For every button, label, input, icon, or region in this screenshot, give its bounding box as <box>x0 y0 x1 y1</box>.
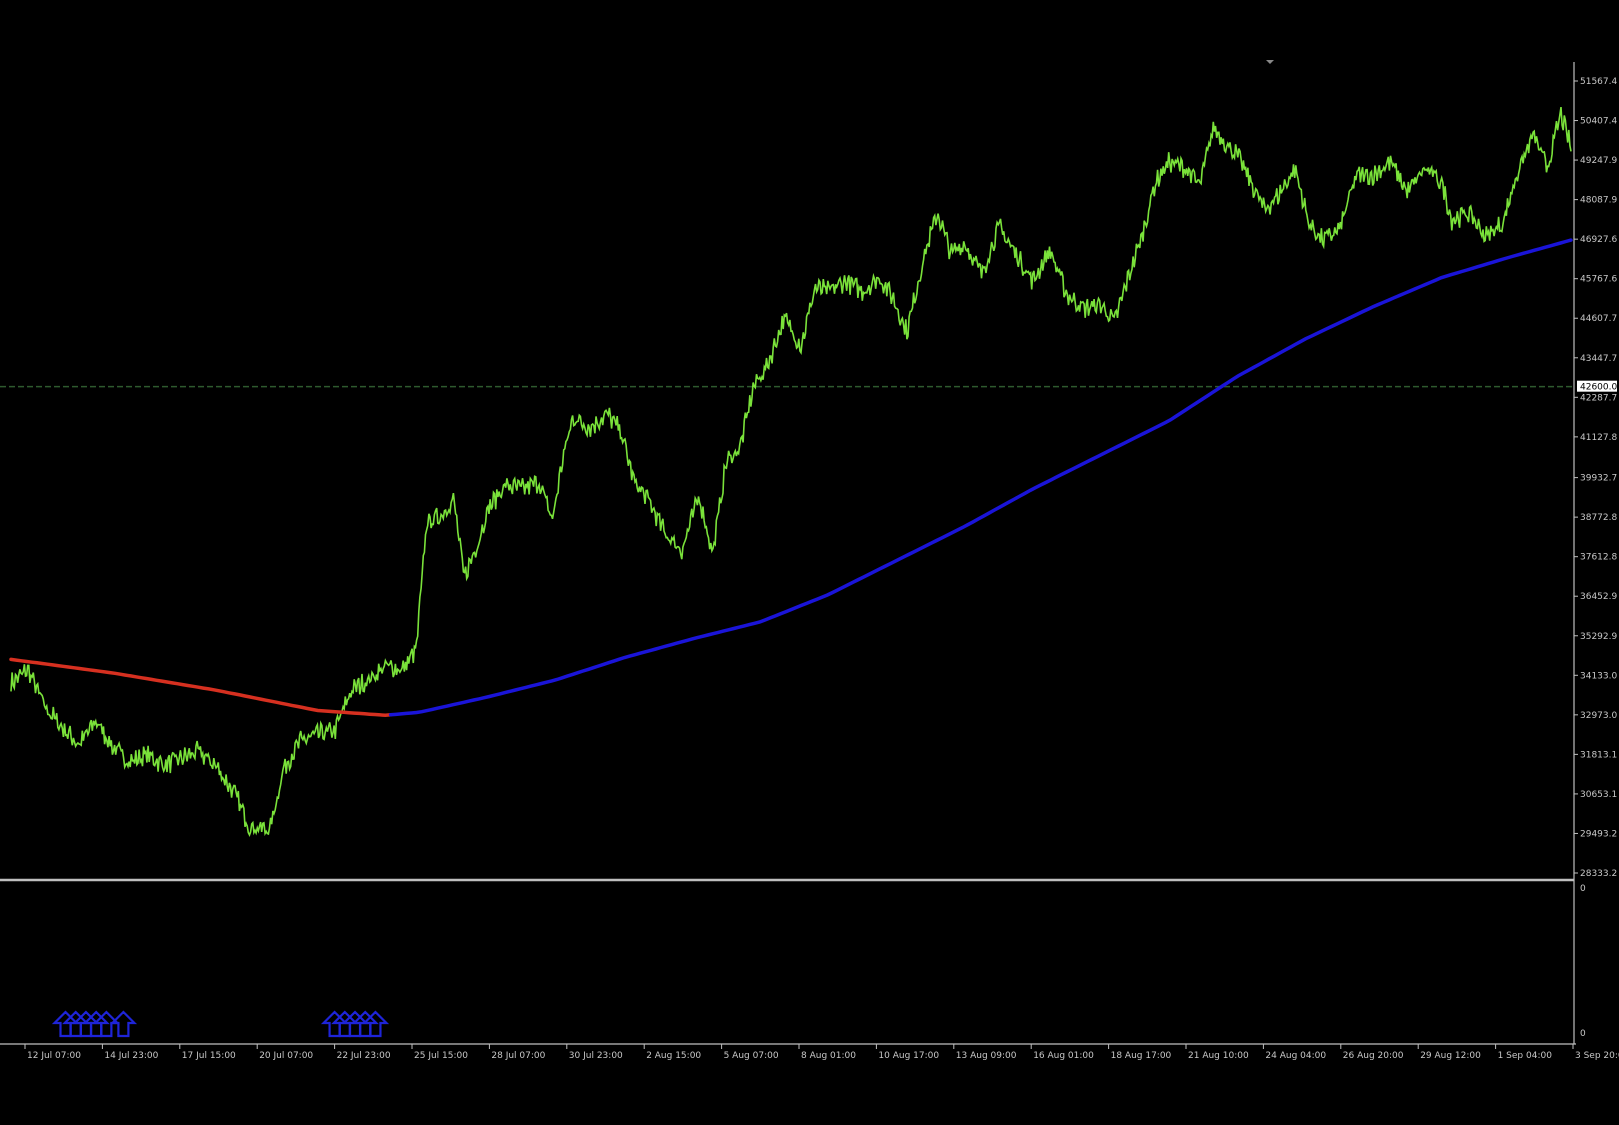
price-axis-label: 50407.4 <box>1580 117 1617 127</box>
price-axis-label: 46927.6 <box>1580 235 1617 245</box>
time-axis-label: 29 Aug 12:00 <box>1420 1051 1481 1061</box>
time-axis-label: 26 Aug 20:00 <box>1343 1051 1404 1061</box>
time-axis-label: 28 Jul 07:00 <box>491 1051 545 1061</box>
time-axis-label: 2 Aug 15:00 <box>646 1051 701 1061</box>
time-axis-label: 20 Jul 07:00 <box>259 1051 313 1061</box>
time-axis-label: 21 Aug 10:00 <box>1188 1051 1249 1061</box>
price-axis-label: 32973.0 <box>1580 711 1617 721</box>
indicator-axis-label: 0 <box>1580 884 1586 894</box>
time-axis-label: 14 Jul 23:00 <box>104 1051 158 1061</box>
price-axis-label: 31813.1 <box>1580 750 1617 760</box>
indicator-axis-label: 0 <box>1580 1029 1586 1039</box>
price-axis-label: 45767.6 <box>1580 275 1617 285</box>
time-axis-label: 22 Jul 23:00 <box>337 1051 391 1061</box>
price-axis-label: 49247.9 <box>1580 156 1617 166</box>
current-price-label: 42600.0 <box>1580 383 1617 393</box>
price-axis-label: 38772.8 <box>1580 513 1617 523</box>
price-axis-label: 30653.1 <box>1580 790 1617 800</box>
price-axis-label: 39932.7 <box>1580 474 1617 484</box>
price-axis[interactable]: 51567.4 50407.4 49247.9 48087.9 46927.6 45767… <box>1574 77 1617 879</box>
price-axis-label: 41127.8 <box>1580 433 1617 443</box>
trading-chart[interactable]: 51567.4 50407.4 49247.9 48087.9 46927.6 45767… <box>0 0 1619 1125</box>
time-axis-label: 3 Sep 20:00 <box>1575 1051 1619 1061</box>
time-axis-label: 5 Aug 07:00 <box>724 1051 779 1061</box>
time-axis-label: 17 Jul 15:00 <box>182 1051 236 1061</box>
time-axis-label: 10 Aug 17:00 <box>878 1051 939 1061</box>
price-axis-label: 35292.9 <box>1580 632 1617 642</box>
price-axis-label: 28333.2 <box>1580 869 1617 879</box>
time-axis-label: 24 Aug 04:00 <box>1265 1051 1326 1061</box>
price-axis-label: 37612.8 <box>1580 553 1617 563</box>
price-axis-label: 42287.7 <box>1580 393 1617 403</box>
time-axis-label: 8 Aug 01:00 <box>801 1051 856 1061</box>
price-axis-label: 51567.4 <box>1580 77 1617 87</box>
current-price-tag: 42600.0 <box>1577 380 1617 393</box>
price-axis-label: 34133.0 <box>1580 671 1617 681</box>
price-axis-label: 43447.7 <box>1580 354 1617 364</box>
price-axis-label: 44607.7 <box>1580 314 1617 324</box>
time-axis-label: 1 Sep 04:00 <box>1498 1051 1553 1061</box>
price-axis-label: 36452.9 <box>1580 592 1617 602</box>
time-axis-label: 18 Aug 17:00 <box>1111 1051 1172 1061</box>
time-axis-label: 16 Aug 01:00 <box>1033 1051 1094 1061</box>
time-axis-label: 30 Jul 23:00 <box>569 1051 623 1061</box>
time-axis-label: 13 Aug 09:00 <box>956 1051 1017 1061</box>
price-axis-label: 48087.9 <box>1580 196 1617 206</box>
time-axis-label: 25 Jul 15:00 <box>414 1051 468 1061</box>
time-axis-label: 12 Jul 07:00 <box>27 1051 81 1061</box>
price-axis-label: 29493.2 <box>1580 829 1617 839</box>
